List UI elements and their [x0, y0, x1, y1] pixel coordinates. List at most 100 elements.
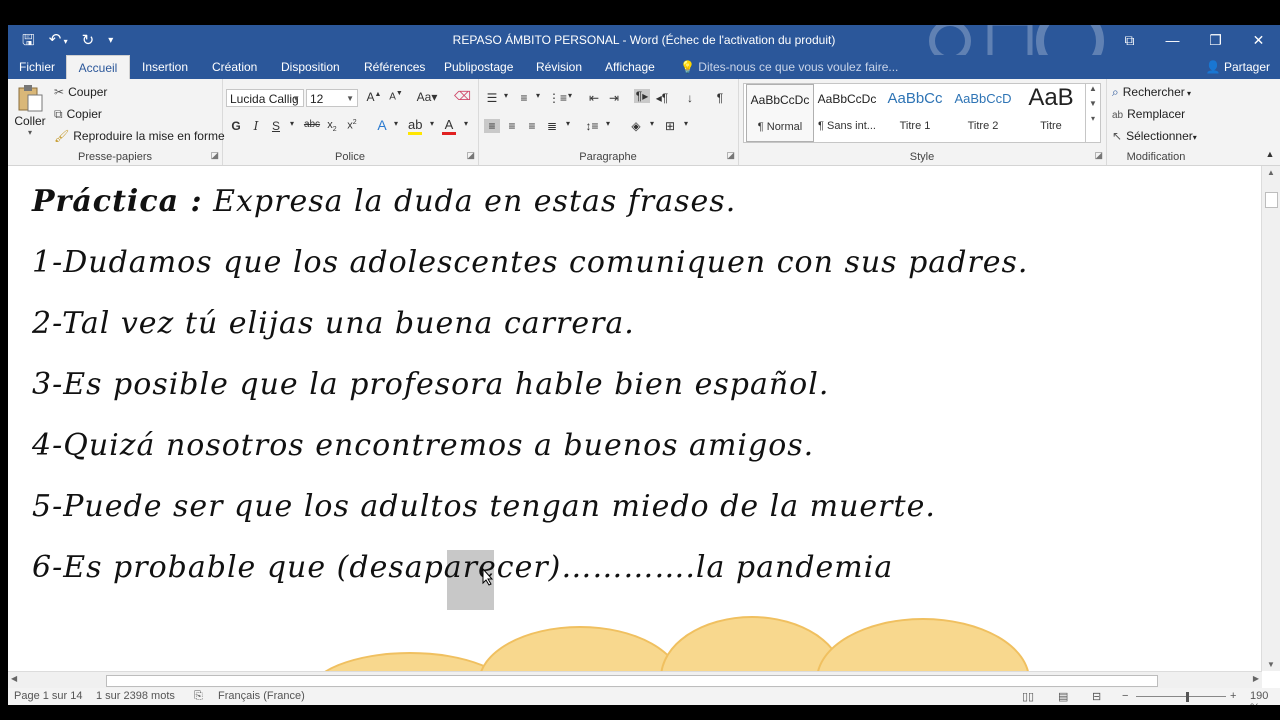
find-button[interactable]: ⌕ Rechercher ▾: [1112, 85, 1191, 100]
style-normal[interactable]: AaBbCcDc ¶ Normal: [746, 84, 814, 142]
tab-disposition[interactable]: Disposition: [281, 55, 340, 79]
tab-revision[interactable]: Révision: [536, 55, 582, 79]
close-button[interactable]: ✕: [1237, 25, 1280, 55]
page-count[interactable]: Page 1 sur 14: [14, 690, 83, 702]
clear-formatting-icon[interactable]: ⌫: [454, 89, 471, 103]
ltr-icon[interactable]: ¶▸: [634, 89, 650, 103]
grow-font-icon[interactable]: A▲: [366, 90, 382, 104]
word-count[interactable]: 1 sur 2398 mots: [96, 690, 175, 702]
horizontal-scrollbar[interactable]: ◀ ▶: [8, 671, 1262, 689]
doc-line[interactable]: 6-Es probable que (desaparecer)………….la p…: [32, 550, 893, 585]
copy-button[interactable]: ⧉ Copier: [54, 107, 102, 122]
doc-title[interactable]: Práctica : Expresa la duda en estas fras…: [32, 184, 736, 219]
font-launcher-icon[interactable]: ◪: [466, 150, 475, 161]
font-color-dropdown-icon[interactable]: ▾: [458, 119, 474, 128]
share-button[interactable]: 👤 Partager: [1206, 55, 1270, 79]
font-size-dropdown[interactable]: 12 ▼: [306, 89, 358, 107]
zoom-in-icon[interactable]: +: [1230, 690, 1236, 702]
paste-button[interactable]: Coller ▾: [14, 83, 46, 137]
rtl-icon[interactable]: ◂¶: [654, 91, 670, 105]
restore-button[interactable]: ❐: [1194, 25, 1237, 55]
style-no-spacing[interactable]: AaBbCcDc ¶ Sans int...: [814, 84, 880, 140]
collapse-ribbon-icon[interactable]: ▲: [1262, 149, 1278, 159]
justify-icon[interactable]: ≣: [544, 119, 560, 133]
sort-icon[interactable]: ↓: [682, 91, 698, 105]
zoom-out-icon[interactable]: −: [1122, 690, 1128, 702]
tab-publipostage[interactable]: Publipostage: [444, 55, 513, 79]
align-left-icon[interactable]: ≡: [484, 119, 500, 133]
increase-indent-icon[interactable]: ⇥: [606, 91, 622, 105]
tab-fichier[interactable]: Fichier: [19, 55, 55, 79]
bullets-dropdown-icon[interactable]: ▾: [498, 91, 514, 100]
ribbon-display-icon[interactable]: ⧉: [1108, 25, 1151, 55]
chevron-left-icon[interactable]: ◀: [11, 674, 17, 683]
align-right-icon[interactable]: ≡: [524, 119, 540, 133]
zoom-slider-thumb[interactable]: [1186, 692, 1189, 702]
line-spacing-dropdown-icon[interactable]: ▾: [600, 119, 616, 128]
font-color-icon[interactable]: A: [442, 117, 456, 135]
minimize-button[interactable]: —: [1151, 25, 1194, 55]
chevron-down-icon[interactable]: ▼: [1262, 660, 1280, 669]
paragraph-launcher-icon[interactable]: ◪: [726, 150, 735, 161]
change-case-icon[interactable]: Aa▾: [416, 90, 438, 104]
doc-line[interactable]: 1-Dudamos que los adolescentes comunique…: [32, 245, 1028, 280]
font-name-dropdown[interactable]: Lucida Callig ▼: [226, 89, 304, 107]
borders-dropdown-icon[interactable]: ▾: [678, 119, 694, 128]
underline-dropdown-icon[interactable]: ▾: [284, 119, 300, 128]
style-heading-2[interactable]: AaBbCcD Titre 2: [950, 84, 1016, 140]
multilevel-dropdown-icon[interactable]: ▾: [562, 91, 578, 100]
language-indicator[interactable]: Français (France): [218, 690, 305, 702]
shading-dropdown-icon[interactable]: ▾: [644, 119, 660, 128]
doc-line[interactable]: 3-Es posible que la profesora hable bien…: [32, 367, 829, 402]
more-styles-icon[interactable]: ▾: [1086, 114, 1100, 123]
doc-line[interactable]: 5-Puede ser que los adultos tengan miedo…: [32, 489, 936, 524]
cut-button[interactable]: ✂ Couper: [54, 85, 107, 99]
format-painter-button[interactable]: 🖌 Reproduire la mise en forme: [54, 129, 225, 143]
zoom-slider[interactable]: [1136, 696, 1226, 697]
zoom-level[interactable]: 190 %: [1250, 690, 1280, 705]
highlight-icon[interactable]: ab: [408, 117, 422, 135]
tab-creation[interactable]: Création: [212, 55, 257, 79]
align-center-icon[interactable]: ≡: [504, 119, 520, 133]
underline-icon[interactable]: S: [268, 119, 284, 133]
print-layout-icon[interactable]: ▤: [1058, 690, 1068, 703]
show-formatting-icon[interactable]: ¶: [712, 91, 728, 105]
web-layout-icon[interactable]: ⊟: [1092, 690, 1101, 703]
text-effects-dropdown-icon[interactable]: ▾: [388, 119, 404, 128]
scroll-thumb[interactable]: [1265, 192, 1278, 208]
shrink-font-icon[interactable]: A▼: [388, 90, 404, 102]
numbering-dropdown-icon[interactable]: ▾: [530, 91, 546, 100]
styles-launcher-icon[interactable]: ◪: [1094, 150, 1103, 161]
borders-icon[interactable]: ⊞: [662, 119, 678, 133]
bold-icon[interactable]: G: [228, 119, 244, 133]
tab-insertion[interactable]: Insertion: [142, 55, 188, 79]
shading-icon[interactable]: ◈: [628, 119, 644, 133]
read-mode-icon[interactable]: ▯▯: [1022, 690, 1034, 703]
select-button[interactable]: ↖ Sélectionner▾: [1112, 129, 1197, 143]
chevron-right-icon[interactable]: ▶: [1253, 674, 1259, 683]
tab-affichage[interactable]: Affichage: [605, 55, 655, 79]
superscript-icon[interactable]: x2: [344, 119, 360, 132]
styles-scroll[interactable]: ▲ ▼ ▾: [1085, 83, 1101, 143]
scroll-thumb[interactable]: [106, 675, 1158, 687]
chevron-down-icon[interactable]: ▼: [1086, 99, 1100, 108]
decrease-indent-icon[interactable]: ⇤: [586, 91, 602, 105]
tab-accueil[interactable]: Accueil: [66, 55, 130, 80]
line-spacing-icon[interactable]: ↕≡: [584, 119, 600, 133]
subscript-icon[interactable]: x2: [324, 119, 340, 133]
tell-me-box[interactable]: 💡 Dites-nous ce que vous voulez faire...: [680, 55, 898, 79]
vertical-scrollbar[interactable]: ▲ ▼: [1261, 166, 1280, 671]
chevron-up-icon[interactable]: ▲: [1086, 84, 1100, 93]
justify-dropdown-icon[interactable]: ▾: [560, 119, 576, 128]
highlight-dropdown-icon[interactable]: ▾: [424, 119, 440, 128]
style-title[interactable]: AaB Titre: [1018, 84, 1084, 140]
proofing-icon[interactable]: ⎘: [194, 690, 203, 703]
paste-dropdown-icon[interactable]: ▾: [14, 128, 46, 137]
doc-line[interactable]: 2-Tal vez tú elijas una buena carrera.: [32, 306, 635, 341]
strikethrough-icon[interactable]: abc: [302, 119, 322, 130]
italic-icon[interactable]: I: [248, 119, 264, 133]
replace-button[interactable]: ab Remplacer: [1112, 107, 1185, 121]
doc-line[interactable]: 4-Quizá nosotros encontremos a buenos am…: [32, 428, 814, 463]
clipboard-launcher-icon[interactable]: ◪: [210, 150, 219, 161]
tab-references[interactable]: Références: [364, 55, 425, 79]
